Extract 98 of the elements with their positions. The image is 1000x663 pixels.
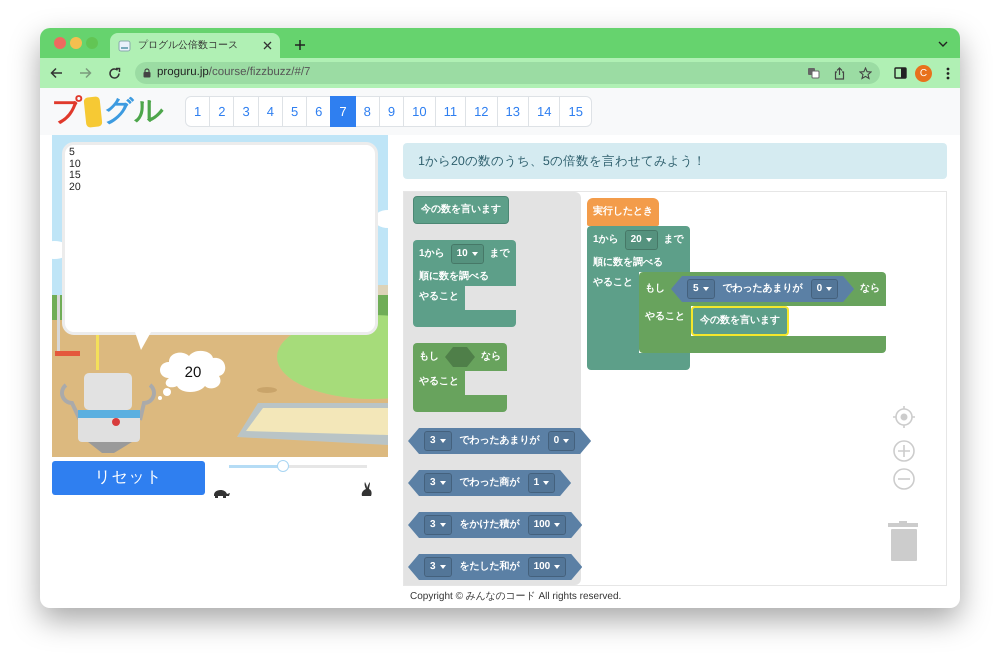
page-link[interactable]: 11 bbox=[434, 96, 466, 128]
dropdown[interactable]: 3 bbox=[424, 557, 452, 577]
output-line: 20 bbox=[69, 182, 82, 194]
caret-icon bbox=[826, 287, 832, 291]
back-icon[interactable] bbox=[50, 67, 63, 79]
dropdown[interactable]: 3 bbox=[424, 431, 452, 451]
sidebar-icon[interactable] bbox=[894, 67, 907, 79]
value-block[interactable]: 3 をたした和が 100 bbox=[408, 554, 582, 580]
block-label: やること bbox=[592, 276, 634, 290]
value-block[interactable]: 5 でわったあまりが 0 bbox=[671, 276, 854, 302]
thought-text: 20 bbox=[184, 363, 202, 383]
chevron-down-icon[interactable] bbox=[938, 41, 948, 48]
caret-icon bbox=[440, 439, 446, 443]
output-line: 5 bbox=[69, 147, 76, 159]
profile-avatar[interactable]: C bbox=[915, 64, 932, 82]
dropdown[interactable]: 0 bbox=[810, 279, 838, 299]
page-link[interactable]: 10 bbox=[403, 96, 436, 128]
url-text: proguru.jp/course/fizzbuzz/#/7 bbox=[157, 65, 312, 80]
browser-tab[interactable]: プログル公倍数コース bbox=[110, 33, 280, 58]
page-link[interactable]: 8 bbox=[354, 96, 380, 128]
statement-block[interactable]: 今の数を言います bbox=[691, 306, 789, 336]
loop-block[interactable]: 1から 20 まで 順に数を調べる やること もし 5 でわったあまりが 0 なら やること 今の数を言います bbox=[587, 226, 886, 370]
block-label: やること bbox=[644, 310, 686, 324]
favicon-icon bbox=[118, 40, 131, 52]
caret-icon bbox=[472, 252, 478, 256]
block-label: まで bbox=[664, 235, 684, 245]
if-block[interactable]: もし なら やること bbox=[413, 343, 507, 412]
page-link[interactable]: 15 bbox=[559, 96, 592, 128]
new-tab-icon[interactable] bbox=[294, 39, 306, 51]
star-icon[interactable] bbox=[859, 66, 872, 80]
block-label: 順に数を調べる bbox=[593, 258, 663, 268]
rabbit-icon bbox=[360, 481, 373, 498]
close-icon[interactable] bbox=[263, 41, 272, 50]
block-label: 順に数を調べる bbox=[419, 272, 489, 282]
caret-icon bbox=[440, 523, 446, 527]
dropdown[interactable]: 20 bbox=[624, 230, 658, 250]
dropdown[interactable]: 10 bbox=[450, 244, 484, 264]
block-label: でわったあまりが bbox=[722, 284, 803, 294]
output-line: 10 bbox=[69, 158, 82, 170]
caret-icon bbox=[646, 238, 652, 242]
block-label: もし bbox=[645, 284, 665, 294]
dropdown[interactable]: 1 bbox=[528, 473, 556, 493]
page-link[interactable]: 12 bbox=[465, 96, 498, 128]
dropdown[interactable]: 0 bbox=[548, 431, 576, 451]
copyright-text: Copyright © みんなのコード All rights reserved. bbox=[409, 590, 622, 602]
slider-thumb[interactable] bbox=[276, 460, 289, 472]
page-link[interactable]: 5 bbox=[282, 96, 308, 128]
reload-icon[interactable] bbox=[108, 66, 121, 80]
block-label: でわった商が bbox=[460, 478, 520, 488]
page-link[interactable]: 9 bbox=[378, 96, 404, 128]
address-bar[interactable]: proguru.jp/course/fizzbuzz/#/7 bbox=[135, 62, 880, 84]
event-block[interactable]: 実行したとき bbox=[587, 198, 659, 226]
instruction-alert: 1から20の数のうち、5の倍数を言わせてみよう！ bbox=[403, 143, 947, 179]
block-label: もし bbox=[419, 352, 439, 362]
block-label: やること bbox=[418, 375, 460, 389]
tab-title: プログル公倍数コース bbox=[138, 38, 239, 53]
caret-icon bbox=[440, 481, 446, 485]
menu-icon[interactable] bbox=[946, 66, 950, 80]
page-link[interactable]: 6 bbox=[306, 96, 332, 128]
caret-icon bbox=[563, 439, 570, 443]
block-label: をたした和が bbox=[460, 562, 520, 572]
page-link[interactable]: 1 bbox=[185, 96, 210, 128]
translate-icon[interactable] bbox=[807, 67, 820, 79]
page-link[interactable]: 7 bbox=[330, 96, 356, 128]
value-block[interactable]: 3 でわった商が 1 bbox=[408, 470, 572, 496]
caret-icon bbox=[554, 523, 560, 527]
block-label: をかけた積が bbox=[460, 520, 520, 530]
statement-block[interactable]: 今の数を言います bbox=[413, 196, 509, 224]
caret-icon bbox=[554, 565, 560, 569]
block-label: 1から bbox=[593, 235, 619, 245]
page-link[interactable]: 13 bbox=[496, 96, 530, 128]
caret-icon bbox=[440, 565, 446, 569]
block-label: 1から bbox=[419, 249, 445, 259]
turtle-icon bbox=[211, 487, 231, 498]
page-link[interactable]: 14 bbox=[528, 96, 560, 128]
dropdown[interactable]: 3 bbox=[424, 515, 452, 535]
logo[interactable]: プ グル bbox=[52, 96, 164, 126]
output-line: 15 bbox=[69, 170, 82, 182]
block-label: でわったあまりが bbox=[460, 436, 540, 446]
block-label: なら bbox=[481, 352, 501, 362]
block-label: やること bbox=[418, 290, 460, 304]
value-block[interactable]: 3 をかけた積が 100 bbox=[408, 512, 582, 538]
dropdown[interactable]: 5 bbox=[687, 279, 715, 299]
share-icon[interactable] bbox=[834, 66, 845, 80]
page-link[interactable]: 4 bbox=[258, 96, 283, 128]
dropdown[interactable]: 3 bbox=[424, 473, 452, 493]
reset-button[interactable]: リセット bbox=[52, 461, 205, 495]
lock-icon bbox=[143, 68, 151, 78]
caret-icon bbox=[702, 287, 709, 291]
block-label: なら bbox=[860, 284, 880, 294]
block-label: まで bbox=[490, 249, 510, 259]
page-link[interactable]: 3 bbox=[233, 96, 259, 128]
dropdown[interactable]: 100 bbox=[528, 515, 566, 535]
value-block[interactable]: 3 でわったあまりが 0 bbox=[408, 428, 592, 454]
page-link[interactable]: 2 bbox=[209, 96, 234, 128]
dropdown[interactable]: 100 bbox=[528, 557, 566, 577]
if-block[interactable]: もし 5 でわったあまりが 0 なら やること 今の数を言います bbox=[639, 272, 886, 353]
caret-icon bbox=[543, 481, 550, 485]
